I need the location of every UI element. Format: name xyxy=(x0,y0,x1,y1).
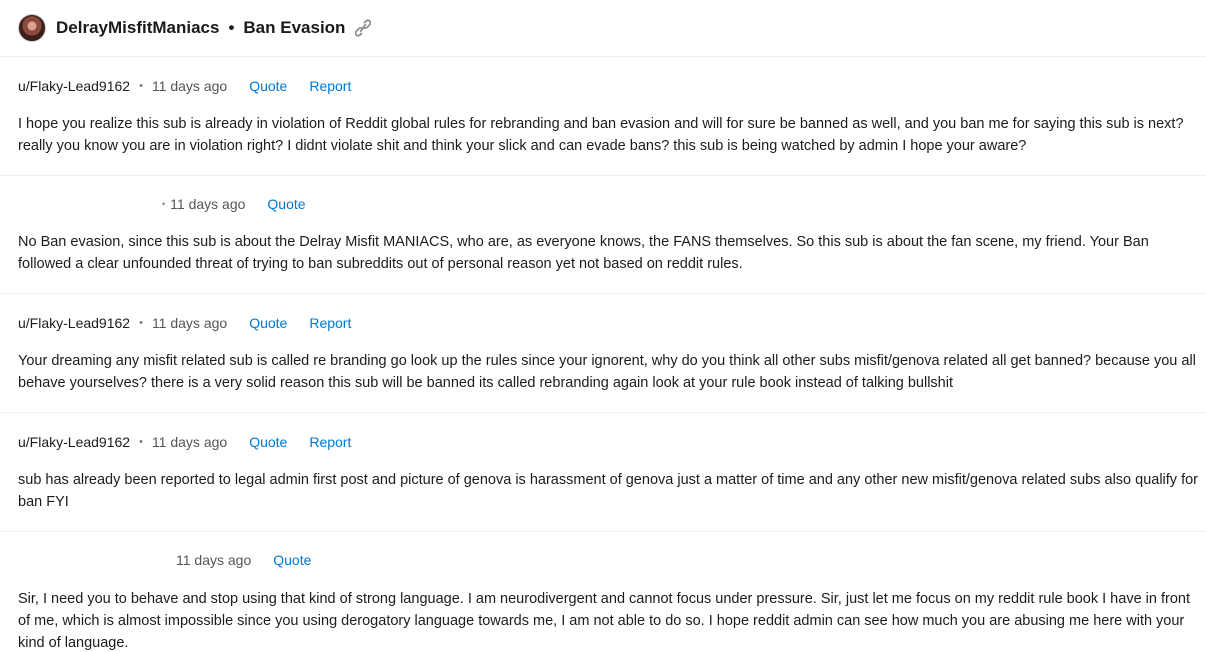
header-separator: • xyxy=(228,18,235,37)
message-item: u/Flaky-Lead9162 • 11 days ago Quote Rep… xyxy=(0,57,1206,176)
message-body: Your dreaming any misfit related sub is … xyxy=(18,353,1196,391)
message-author[interactable]: u/Flaky-Lead9162 xyxy=(18,78,130,94)
quote-button[interactable]: Quote xyxy=(267,196,305,212)
message-timestamp: 11 days ago xyxy=(151,434,228,450)
message-body: No Ban evasion, since this sub is about … xyxy=(18,234,1149,272)
quote-button[interactable]: Quote xyxy=(273,552,311,568)
message-meta: u/Flaky-Lead9162 • 11 days ago Quote Rep… xyxy=(18,433,351,451)
message-item: • 11 days ago Quote No Ban evasion, sinc… xyxy=(0,176,1206,294)
message-meta: 11 days ago Quote xyxy=(176,551,311,569)
message-timestamp: 11 days ago xyxy=(151,315,228,331)
meta-bullet: • xyxy=(139,436,143,448)
meta-bullet: • xyxy=(139,317,143,329)
message-body: sub has already been reported to legal a… xyxy=(18,472,1199,510)
message-meta: u/Flaky-Lead9162 • 11 days ago Quote Rep… xyxy=(18,77,351,95)
message-item: u/Flaky-Lead9162 • 11 days ago Quote Rep… xyxy=(0,413,1206,532)
message-meta: u/Flaky-Lead9162 • 11 days ago Quote Rep… xyxy=(18,314,351,332)
message-meta: • 11 days ago Quote xyxy=(18,195,306,213)
thread-header: DelrayMisfitManiacs • Ban Evasion xyxy=(0,0,1206,57)
message-timestamp: 11 days ago xyxy=(176,552,252,568)
message-item: u/Flaky-Lead9162 • 11 days ago Quote Rep… xyxy=(0,294,1206,413)
meta-bullet: • xyxy=(162,199,166,209)
meta-bullet: • xyxy=(139,80,143,92)
message-body: Sir, I need you to behave and stop using… xyxy=(18,591,1190,651)
report-button[interactable]: Report xyxy=(309,315,351,331)
quote-button[interactable]: Quote xyxy=(249,78,287,94)
message-body: I hope you realize this sub is already i… xyxy=(18,116,1184,154)
message-timestamp: 11 days ago xyxy=(151,78,228,94)
message-author[interactable]: u/Flaky-Lead9162 xyxy=(18,434,130,450)
message-author[interactable]: u/Flaky-Lead9162 xyxy=(18,315,130,331)
report-button[interactable]: Report xyxy=(309,78,351,94)
subreddit-name[interactable]: DelrayMisfitManiacs xyxy=(56,18,219,38)
subreddit-avatar[interactable] xyxy=(18,14,46,42)
message-timestamp: 11 days ago xyxy=(170,196,246,212)
quote-button[interactable]: Quote xyxy=(249,434,287,450)
report-button[interactable]: Report xyxy=(309,434,351,450)
quote-button[interactable]: Quote xyxy=(249,315,287,331)
message-item: 11 days ago Quote Sir, I need you to beh… xyxy=(0,532,1206,652)
link-icon[interactable] xyxy=(355,19,372,37)
thread-title: Ban Evasion xyxy=(243,18,346,37)
